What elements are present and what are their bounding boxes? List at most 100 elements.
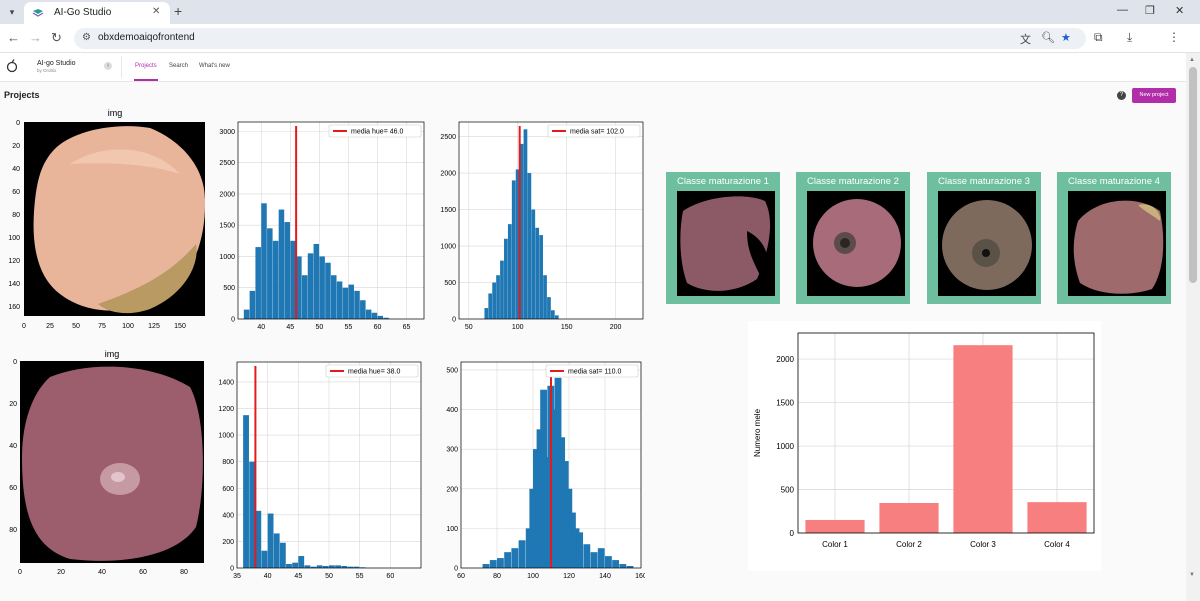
tab-search-dropdown-icon[interactable]: ▾ <box>4 4 20 20</box>
back-icon[interactable]: ← <box>7 30 20 45</box>
info-icon[interactable]: i <box>104 62 112 70</box>
y-tick-label: 500 <box>223 285 235 292</box>
x-tick-label: 55 <box>356 573 364 579</box>
count-bar <box>805 519 865 533</box>
y-axis-label: Numero mele <box>753 408 762 457</box>
y-tick-label: 1000 <box>218 433 234 440</box>
image-x-ticks: 0 20 40 60 80 <box>18 569 188 576</box>
y-tick-label: 200 <box>446 486 458 493</box>
histogram-bar <box>286 564 292 568</box>
svg-text:20: 20 <box>12 143 20 150</box>
y-tick-label: 0 <box>230 566 234 573</box>
y-tick-label: 100 <box>446 526 458 533</box>
histogram-bar <box>590 552 598 568</box>
histogram-bar <box>284 222 291 319</box>
class-card-image <box>677 191 775 296</box>
histogram-bar <box>267 228 273 319</box>
y-tick-label: 3000 <box>219 129 235 136</box>
count-bar <box>1027 502 1087 533</box>
reload-icon[interactable]: ↻ <box>51 30 62 46</box>
svg-text:40: 40 <box>12 166 20 173</box>
help-icon[interactable]: ? <box>1117 91 1126 100</box>
orobix-logo-icon[interactable] <box>6 59 18 73</box>
minimize-icon[interactable]: — <box>1117 4 1128 16</box>
legend-label: media sat= 110.0 <box>568 369 621 376</box>
svg-text:100: 100 <box>122 323 134 330</box>
address-bar[interactable]: ⚙ obxdemoaiqofrontend 文 🔍︎ ★ <box>74 28 1086 49</box>
x-tick-label: 150 <box>561 324 573 331</box>
histogram-bar <box>504 552 512 568</box>
svg-text:140: 140 <box>8 281 20 288</box>
histogram-bar <box>492 282 496 319</box>
bookmark-star-icon[interactable]: ★ <box>1061 31 1071 44</box>
histogram-bar <box>605 556 612 568</box>
x-tick-label: 120 <box>563 573 575 579</box>
apple-image <box>22 366 203 561</box>
x-tick-label: 45 <box>286 324 294 331</box>
svg-text:0: 0 <box>18 569 22 576</box>
histogram-bar <box>335 565 341 568</box>
close-tab-icon[interactable]: ✕ <box>152 6 160 17</box>
hue-histogram-2: 35 40 45 50 55 600200400600800100012001400med… <box>218 361 422 579</box>
class-card-1[interactable]: Classe maturazione 1 <box>666 172 780 304</box>
histogram-bar <box>316 565 323 568</box>
translate-icon[interactable]: 文 <box>1020 31 1031 47</box>
svg-text:20: 20 <box>57 569 65 576</box>
svg-text:120: 120 <box>8 258 20 265</box>
histogram-bar <box>539 235 543 319</box>
class-card-2[interactable]: Classe maturazione 2 <box>796 172 910 304</box>
header-divider <box>121 56 122 78</box>
browser-tab[interactable]: AI-Go Studio ✕ <box>24 2 170 24</box>
histogram-bar <box>612 560 620 568</box>
projects-page: Projects ? New project img 0 25 50 75 10… <box>0 82 1186 601</box>
close-window-icon[interactable]: ✕ <box>1175 4 1184 17</box>
image-plot-2: img 0 20 40 60 80 0 20 40 60 80 <box>9 349 204 576</box>
histogram-bar <box>342 287 349 319</box>
extensions-icon[interactable]: ⧉ <box>1094 30 1103 45</box>
zoom-icon[interactable]: 🔍︎ <box>1041 31 1055 44</box>
histogram-bar <box>619 564 627 568</box>
nav-search[interactable]: Search <box>169 63 188 69</box>
legend-label: media hue= 38.0 <box>348 369 400 376</box>
new-project-button[interactable]: New project <box>1132 88 1176 103</box>
svg-text:0: 0 <box>16 120 20 127</box>
histogram-bar <box>307 253 314 319</box>
histogram-bar <box>554 315 559 319</box>
svg-text:150: 150 <box>174 323 186 330</box>
histogram-bar <box>249 461 256 568</box>
forward-icon[interactable]: → <box>29 30 42 45</box>
site-settings-icon[interactable]: ⚙ <box>82 32 94 44</box>
scroll-thumb[interactable] <box>1189 67 1197 283</box>
y-tick-label: 200 <box>222 539 234 546</box>
y-tick-label: 600 <box>222 486 234 493</box>
svg-text:0: 0 <box>13 359 17 366</box>
y-tick-label: 2500 <box>219 160 235 167</box>
x-tick-label: 60 <box>457 573 465 579</box>
histogram-bar <box>535 227 540 319</box>
y-tick-label: 1200 <box>218 406 234 413</box>
menu-icon[interactable]: ⋮ <box>1168 30 1180 44</box>
x-tick-label: 35 <box>233 573 241 579</box>
class-card-4[interactable]: Classe maturazione 4 <box>1057 172 1171 304</box>
image-plot-1: img 0 25 50 75 100 125 150 0 20 40 60 80… <box>8 108 206 330</box>
histogram-bar <box>496 275 500 319</box>
y-tick-label: 2000 <box>440 171 456 178</box>
scroll-up-arrow-icon[interactable]: ▲ <box>1189 57 1195 63</box>
histogram-bar <box>261 550 268 568</box>
scroll-down-arrow-icon[interactable]: ▼ <box>1189 572 1195 578</box>
x-tick-label: 65 <box>403 324 411 331</box>
class-card-3[interactable]: Classe maturazione 3 <box>927 172 1041 304</box>
y-tick-label: 2000 <box>776 355 794 364</box>
page-scrollbar[interactable]: ▲ ▼ <box>1186 53 1200 601</box>
apple-calyx-center <box>111 472 125 482</box>
nav-projects[interactable]: Projects <box>135 63 157 69</box>
class-count-chart-panel: 0 500 1000 1500 2000 Color 1 Color 2 Color 3 Col… <box>748 321 1101 571</box>
y-tick-label: 0 <box>790 529 795 538</box>
nav-whats-new[interactable]: What's new <box>199 63 230 69</box>
histogram-bar <box>497 558 504 568</box>
downloads-icon[interactable]: ⤓ <box>1127 30 1132 45</box>
y-tick-label: 2000 <box>219 191 235 198</box>
tab-title: AI-Go Studio <box>54 7 112 18</box>
restore-icon[interactable]: ❐ <box>1145 4 1155 17</box>
new-tab-icon[interactable]: + <box>174 3 182 19</box>
